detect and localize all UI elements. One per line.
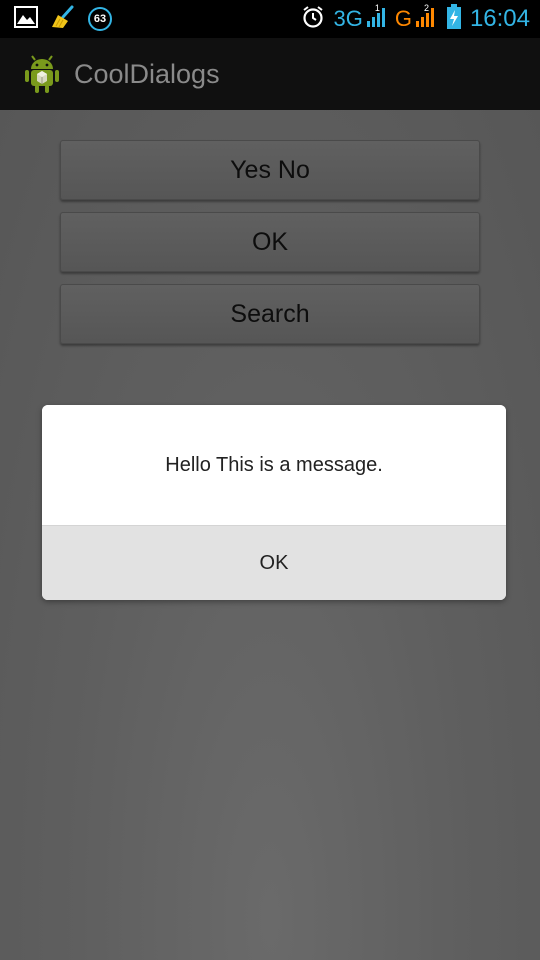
broom-icon	[50, 5, 76, 34]
notification-count-icon: 63	[88, 7, 112, 31]
status-bar-left: 63	[14, 5, 124, 34]
action-bar: CoolDialogs	[0, 38, 540, 112]
yes-no-button[interactable]: Yes No	[60, 140, 480, 200]
network-type-2: G	[394, 6, 412, 31]
network-type-1: 3G	[333, 6, 363, 31]
clock: 16:04	[469, 5, 530, 32]
ok-button[interactable]: OK	[60, 212, 480, 272]
sim-1-label: 1	[374, 2, 380, 13]
search-button[interactable]: Search	[60, 284, 480, 344]
signal-icon: 1	[365, 2, 389, 34]
app-title: CoolDialogs	[74, 58, 220, 89]
status-bar-right: 3G 1 G 2 16:04	[301, 2, 530, 35]
signal-icon: 2	[414, 2, 438, 34]
alarm-icon	[301, 5, 325, 34]
sim-2-label: 2	[423, 2, 429, 13]
message-dialog: Hello This is a message. OK	[42, 405, 506, 600]
status-bar: 63 3G 1 G 2 16:04	[0, 0, 540, 38]
dialog-message: Hello This is a message.	[42, 405, 506, 525]
android-icon	[24, 54, 60, 94]
dialog-ok-button[interactable]: OK	[42, 525, 506, 600]
battery-charging-icon	[446, 3, 462, 35]
image-icon	[14, 5, 38, 33]
